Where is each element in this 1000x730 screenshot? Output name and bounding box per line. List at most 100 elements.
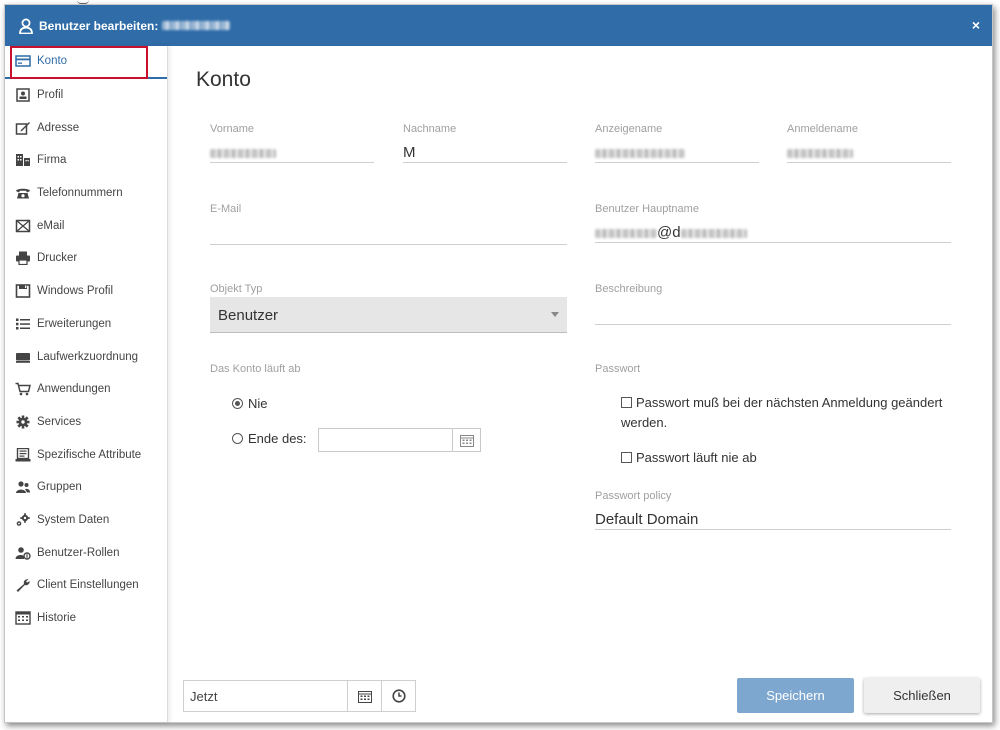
policy-field[interactable]: Passwort policy Default Domain [595, 490, 951, 530]
sidebar-item-label: System Daten [37, 513, 110, 526]
never-expires-checkbox[interactable] [621, 452, 632, 463]
dropdown-caret-icon [551, 312, 559, 317]
objekt-typ-field[interactable]: Objekt Typ [210, 283, 567, 295]
anmeldename-label: Anmeldename [787, 123, 858, 135]
hauptname-domain-part: @d [657, 224, 681, 241]
sidebar-item-label: Client Einstellungen [37, 579, 139, 592]
beschreibung-field[interactable]: Beschreibung [595, 283, 951, 325]
radio-end-button[interactable] [232, 433, 243, 444]
expiry-date-input[interactable] [318, 428, 481, 452]
user-role-icon [15, 546, 31, 560]
policy-input[interactable]: Default Domain [595, 502, 951, 530]
sidebar-item-spezifische-attribute[interactable]: Spezifische Attribute [5, 438, 167, 471]
sidebar-item-label: eMail [37, 219, 65, 232]
dialog-title: Benutzer bearbeiten: [39, 18, 159, 33]
list-icon [15, 317, 31, 331]
clock-icon[interactable] [381, 681, 416, 711]
sidebar-item-label: Windows Profil [37, 285, 114, 298]
attributes-icon [15, 447, 31, 462]
sidebar-item-laufwerkzuordnung[interactable]: Laufwerkzuordnung [5, 340, 167, 373]
sidebar-item-label: Spezifische Attribute [37, 448, 142, 461]
drive-icon [15, 350, 31, 364]
sidebar-item-gruppen[interactable]: Gruppen [5, 471, 167, 504]
close-icon[interactable]: × [972, 17, 980, 33]
envelope-icon [15, 219, 31, 233]
calendar-icon[interactable] [347, 681, 382, 711]
phone-icon [15, 186, 31, 200]
profile-icon [15, 88, 31, 102]
sidebar-item-label: Adresse [37, 121, 80, 134]
sidebar-item-benutzer-rollen[interactable]: Benutzer-Rollen [5, 536, 167, 569]
group-icon [15, 480, 31, 494]
sidebar-item-firma[interactable]: Firma [5, 144, 167, 177]
never-expires-label: Passwort läuft nie ab [636, 450, 757, 465]
checkbox-change-at-login[interactable]: Passwort muß bei der nächsten Anmeldung … [621, 393, 961, 433]
nachname-input[interactable]: M [403, 135, 567, 163]
vorname-input[interactable] [210, 135, 374, 163]
sidebar-item-anwendungen[interactable]: Anwendungen [5, 373, 167, 406]
date-time-value: Jetzt [190, 689, 218, 704]
sidebar-item-profil[interactable]: Profil [5, 79, 167, 112]
password-label: Passwort [595, 363, 641, 375]
sidebar-item-label: Benutzer-Rollen [37, 546, 120, 559]
checkbox-never-expires[interactable]: Passwort läuft nie ab [621, 448, 961, 468]
sidebar-item-label: Services [37, 415, 82, 428]
change-at-login-label: Passwort muß bei der nächsten Anmeldung … [621, 395, 943, 430]
building-icon [15, 153, 31, 167]
cart-icon [15, 382, 31, 396]
save-button[interactable]: Speichern [737, 678, 854, 713]
sidebar-item-windows-profil[interactable]: Windows Profil [5, 275, 167, 308]
anmeldename-field[interactable]: Anmeldename [787, 123, 951, 163]
sidebar-item-historie[interactable]: Historie [5, 602, 167, 635]
sidebar-item-label: Drucker [37, 252, 78, 265]
sidebar-item-email[interactable]: eMail [5, 209, 167, 242]
sidebar-item-label: Konto [37, 55, 68, 68]
radio-never[interactable]: Nie [232, 396, 268, 411]
calendar-icon[interactable] [452, 429, 480, 451]
hauptname-field[interactable]: Benutzer Hauptname @d [595, 203, 951, 243]
radio-never-button[interactable] [232, 398, 243, 409]
sidebar-item-erweiterungen[interactable]: Erweiterungen [5, 308, 167, 341]
dialog-titlebar: Benutzer bearbeiten: × [5, 5, 992, 46]
email-field[interactable]: E-Mail [210, 203, 567, 245]
redacted-username [162, 21, 231, 30]
password-section: Passwort [595, 363, 895, 375]
printer-icon [15, 251, 31, 266]
expiry-section: Das Konto läuft ab [210, 363, 510, 375]
anzeigename-field[interactable]: Anzeigename [595, 123, 759, 163]
close-button[interactable]: Schließen [864, 678, 980, 713]
sidebar-item-adresse[interactable]: Adresse [5, 111, 167, 144]
sidebar-item-telefonnummern[interactable]: Telefonnummern [5, 177, 167, 210]
sidebar-item-label: Firma [37, 154, 67, 167]
wrench-icon [15, 578, 31, 593]
sidebar-item-label: Historie [37, 612, 76, 625]
anzeigename-input[interactable] [595, 135, 759, 163]
expiry-label: Das Konto läuft ab [210, 363, 301, 375]
card-icon [15, 54, 31, 68]
objekt-typ-select[interactable]: Benutzer [210, 297, 567, 333]
sidebar-nav: Konto Profil Adresse Firma Telefonnummern eMa… [5, 46, 168, 722]
anmeldename-input[interactable] [787, 135, 951, 163]
vorname-field[interactable]: Vorname [210, 123, 374, 163]
date-time-input[interactable]: Jetzt [183, 680, 416, 712]
edit-user-dialog: Benutzer bearbeiten: × Konto Profil Adress… [4, 4, 993, 723]
radio-end[interactable]: Ende des: [232, 431, 307, 446]
sidebar-item-client-einstellungen[interactable]: Client Einstellungen [5, 569, 167, 602]
sidebar-item-label: Erweiterungen [37, 317, 112, 330]
anzeigename-label: Anzeigename [595, 123, 663, 135]
sidebar-item-drucker[interactable]: Drucker [5, 242, 167, 275]
gears-icon [15, 513, 31, 527]
change-at-login-checkbox[interactable] [621, 397, 632, 408]
radio-end-label: Ende des: [248, 431, 307, 446]
nachname-field[interactable]: Nachname M [403, 123, 567, 163]
sidebar-item-konto[interactable]: Konto [5, 46, 167, 79]
beschreibung-input[interactable] [595, 295, 951, 325]
policy-label: Passwort policy [595, 490, 672, 502]
edit-icon [15, 121, 31, 135]
sidebar-item-label: Profil [37, 89, 64, 102]
calendar-grid-icon [15, 611, 31, 625]
hauptname-input[interactable]: @d [595, 215, 951, 243]
email-input[interactable] [210, 215, 567, 245]
sidebar-item-services[interactable]: Services [5, 406, 167, 439]
sidebar-item-system-daten[interactable]: System Daten [5, 504, 167, 537]
